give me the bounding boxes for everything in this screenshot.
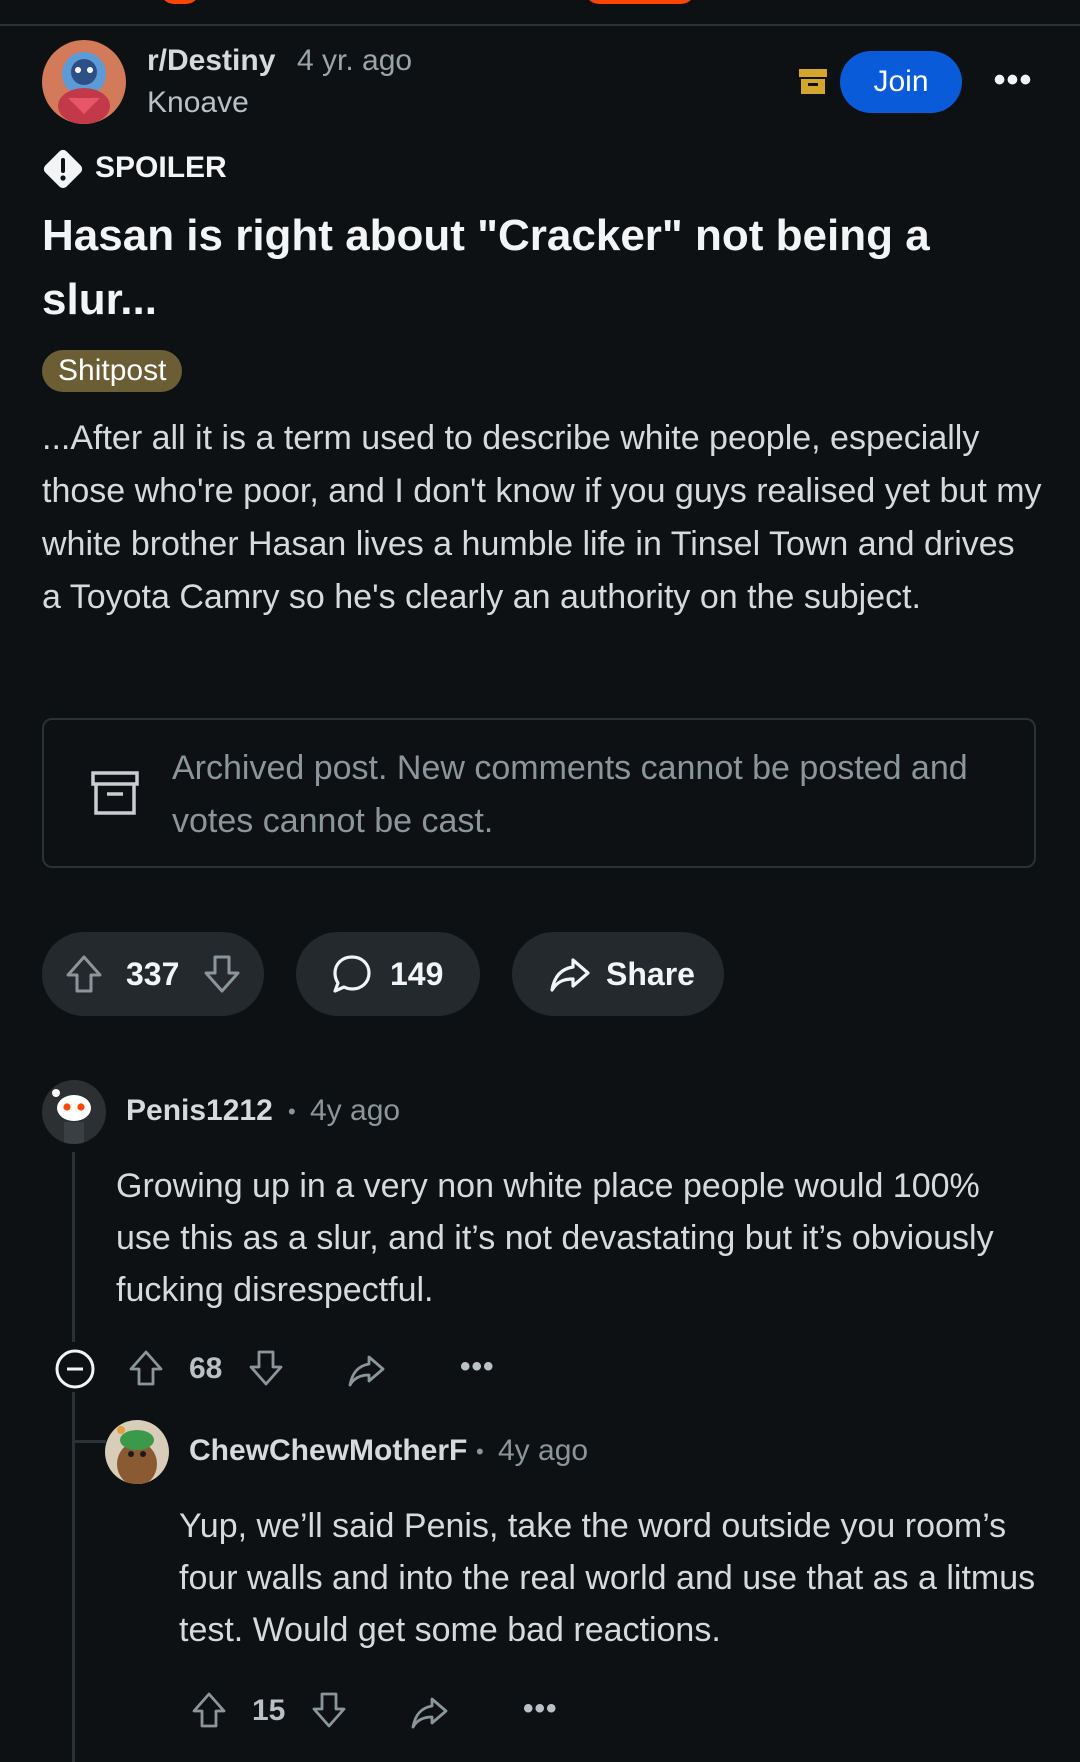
thread-line	[72, 1392, 75, 1762]
subreddit-name[interactable]: r/Destiny	[147, 44, 275, 78]
comment-age: 4y ago	[310, 1094, 401, 1127]
vote-bar: 337	[42, 932, 264, 1016]
arrow-up-icon[interactable]	[126, 1348, 166, 1388]
top-bar	[0, 0, 1080, 26]
thread-branch	[72, 1440, 106, 1443]
meta-separator: •	[288, 1099, 296, 1124]
share-arrow-icon	[548, 952, 592, 996]
header-tab-indicator	[160, 0, 200, 4]
comment-username[interactable]: ChewChewMotherF	[189, 1434, 467, 1468]
comment-username[interactable]: Penis1212	[126, 1094, 273, 1128]
thread-line	[72, 1152, 75, 1342]
arrow-down-icon[interactable]	[200, 952, 244, 996]
arrow-down-icon[interactable]	[309, 1690, 349, 1730]
archived-notice: Archived post. New comments cannot be po…	[42, 718, 1036, 868]
share-button[interactable]: Share	[512, 932, 724, 1016]
exclamation-icon	[42, 148, 84, 190]
arrow-up-icon[interactable]	[62, 952, 106, 996]
speech-bubble-icon	[330, 952, 374, 996]
comment-vote-count: 68	[189, 1352, 223, 1385]
avatar[interactable]	[105, 1420, 169, 1484]
comments-button[interactable]: 149	[296, 932, 480, 1016]
comment-body: Growing up in a very non white place peo…	[116, 1167, 994, 1309]
share-arrow-icon[interactable]	[346, 1350, 386, 1390]
join-button[interactable]: Join	[840, 51, 962, 113]
reddit-post-page: r/Destiny 4 yr. ago Knoave Join ••• SPOI…	[0, 0, 1080, 1762]
arrow-up-icon[interactable]	[189, 1690, 229, 1730]
post-flair[interactable]: Shitpost	[42, 350, 183, 392]
archive-icon	[798, 66, 828, 96]
avatar[interactable]	[42, 1080, 106, 1144]
comment-count: 149	[390, 956, 444, 992]
arrow-down-icon[interactable]	[246, 1348, 286, 1388]
meta-separator: •	[476, 1439, 484, 1464]
share-label: Share	[606, 956, 695, 992]
post-title[interactable]: Hasan is right about "Cracker" not being…	[42, 204, 1002, 332]
comment-body: Yup, we’ll said Penis, take the word out…	[179, 1507, 1036, 1649]
minus-circle-icon[interactable]	[54, 1348, 96, 1390]
subreddit-avatar[interactable]	[42, 40, 126, 124]
post-author[interactable]: Knoave	[147, 86, 249, 120]
comment-more-button[interactable]: •••	[460, 1350, 495, 1384]
post-vote-count: 337	[126, 956, 180, 992]
archived-notice-text: Archived post. New comments cannot be po…	[172, 749, 968, 840]
header-tab-indicator	[585, 0, 695, 4]
comment-vote-count: 15	[252, 1694, 286, 1727]
more-options-button[interactable]: •••	[990, 60, 1036, 106]
comment-age: 4y ago	[498, 1434, 589, 1467]
comment-more-button[interactable]: •••	[523, 1692, 558, 1726]
share-arrow-icon[interactable]	[409, 1692, 449, 1732]
spoiler-tag: SPOILER	[95, 151, 227, 184]
post-age: 4 yr. ago	[297, 44, 413, 77]
archive-box-icon	[90, 768, 140, 818]
post-body: ...After all it is a term used to descri…	[42, 419, 1042, 616]
